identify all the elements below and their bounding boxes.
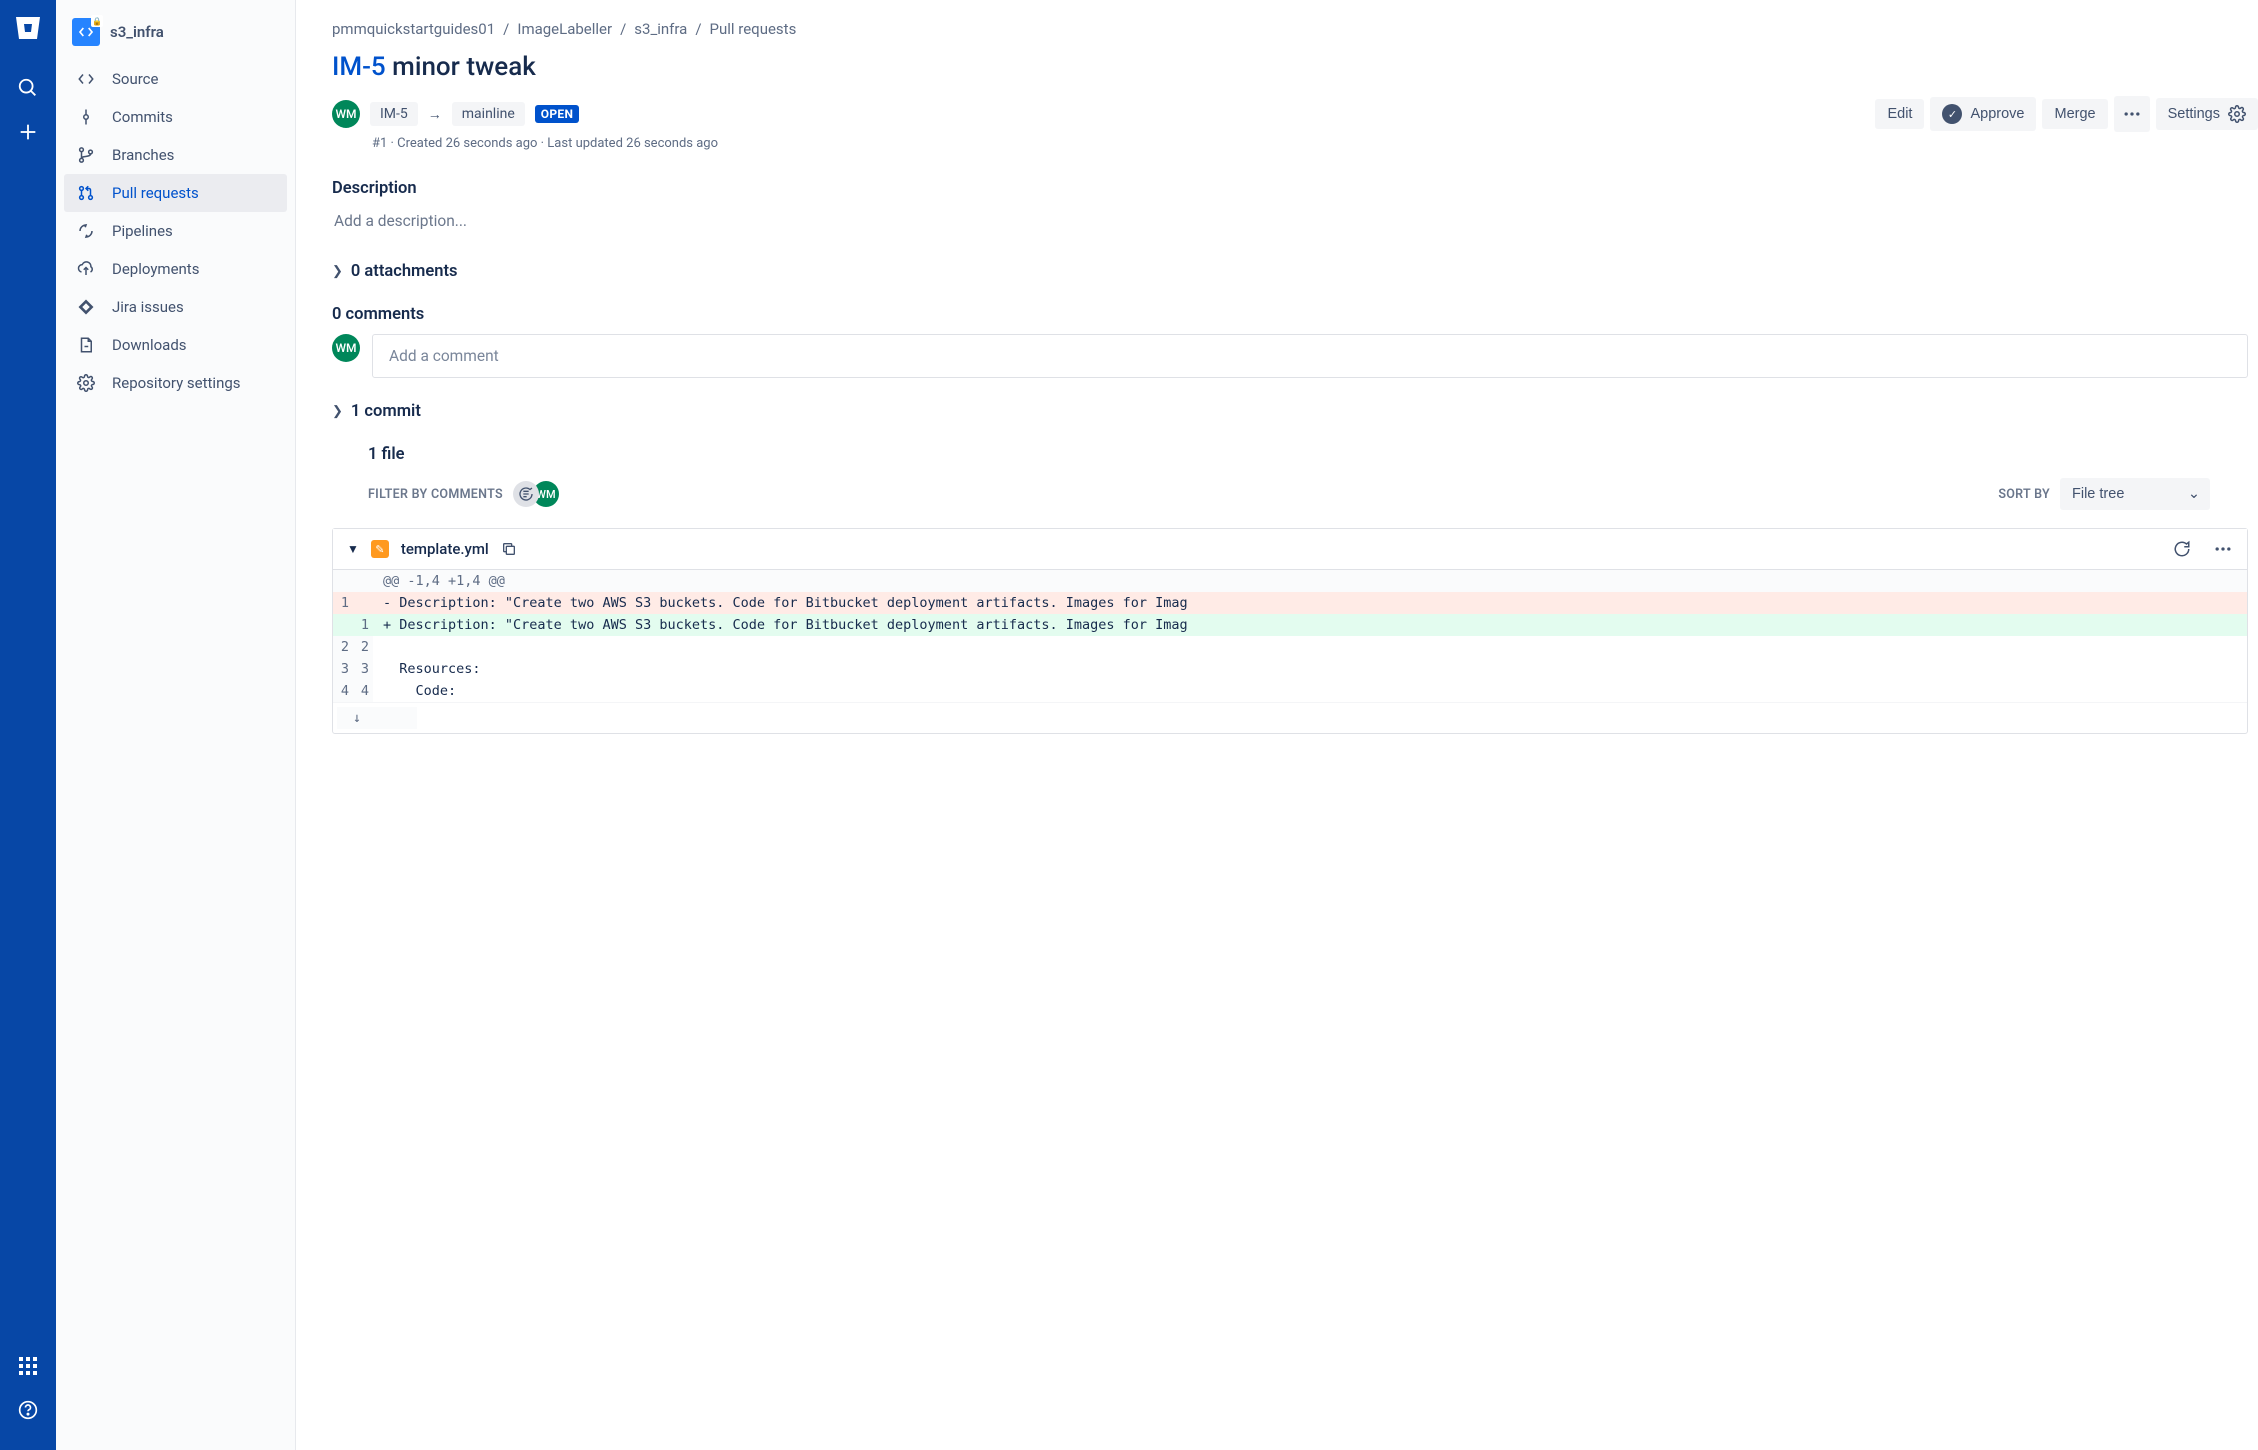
pr-issue-link[interactable]: IM-5 [332, 52, 386, 82]
apps-button[interactable] [12, 1350, 44, 1382]
create-button[interactable] [12, 116, 44, 148]
refresh-icon[interactable] [2173, 540, 2191, 558]
sidebar-item-repo-settings[interactable]: Repository settings [64, 364, 287, 402]
more-actions-button[interactable] [2114, 96, 2150, 132]
merge-button[interactable]: Merge [2042, 99, 2107, 129]
author-avatar[interactable]: WM [332, 100, 360, 128]
description-heading: Description [332, 179, 2258, 198]
sidebar-item-label: Source [112, 70, 158, 88]
diff-line[interactable]: 1+ Description: "Create two AWS S3 bucke… [333, 614, 2247, 636]
breadcrumb-separator: / [503, 20, 509, 38]
expand-context-button[interactable]: ↓ [333, 702, 2247, 733]
chevron-right-icon: ❯ [332, 404, 343, 419]
sidebar-item-label: Commits [112, 108, 173, 126]
breadcrumb-project[interactable]: ImageLabeller [517, 20, 612, 38]
edit-button[interactable]: Edit [1875, 99, 1924, 129]
downloads-icon [74, 336, 98, 354]
breadcrumb-workspace[interactable]: pmmquickstartguides01 [332, 20, 495, 38]
approve-button[interactable]: ✓ Approve [1930, 97, 2036, 131]
lock-icon: 🔒 [91, 15, 103, 27]
sidebar-item-pull-requests[interactable]: Pull requests [64, 174, 287, 212]
sidebar-item-jira-issues[interactable]: Jira issues [64, 288, 287, 326]
project-header[interactable]: 🔒 s3_infra [64, 18, 287, 60]
sidebar-item-label: Pull requests [112, 184, 199, 202]
comment-avatar: WM [332, 334, 360, 362]
filter-all-comments[interactable] [513, 481, 539, 507]
help-button[interactable] [12, 1394, 44, 1426]
diff-view: @@ -1,4 +1,4 @@ 1- Description: "Create … [333, 570, 2247, 733]
breadcrumb-section[interactable]: Pull requests [710, 20, 797, 38]
source-icon [74, 70, 98, 88]
deployments-icon [74, 260, 98, 278]
sort-value: File tree [2072, 486, 2124, 502]
sidebar-item-label: Deployments [112, 260, 199, 278]
commits-toggle[interactable]: ❯ 1 commit [332, 402, 2258, 421]
settings-button[interactable]: Settings [2156, 98, 2258, 130]
arrow-right-icon: → [428, 106, 442, 123]
pipelines-icon [74, 222, 98, 240]
file-modified-icon: ✎ [371, 540, 389, 558]
commits-icon [74, 108, 98, 126]
project-icon: 🔒 [72, 18, 100, 46]
jira-icon [74, 298, 98, 316]
diff-line[interactable]: 33 Resources: [333, 658, 2247, 680]
search-button[interactable] [12, 72, 44, 104]
files-heading: 1 file [368, 445, 2258, 464]
main-content: pmmquickstartguides01 / ImageLabeller / … [296, 0, 2258, 1450]
sidebar: 🔒 s3_infra Source Commits Branches Pull … [56, 0, 296, 1450]
pr-meta: #1 · Created 26 seconds ago · Last updat… [372, 136, 2258, 151]
breadcrumb-repo[interactable]: s3_infra [634, 20, 687, 38]
comment-input[interactable]: Add a comment [372, 334, 2248, 378]
pr-title: IM-5 minor tweak [332, 52, 2258, 82]
diff-line[interactable]: 44 Code: [333, 680, 2247, 702]
pull-requests-icon [74, 184, 98, 202]
sidebar-item-label: Jira issues [112, 298, 184, 316]
settings-label: Settings [2168, 106, 2220, 122]
sidebar-item-label: Repository settings [112, 374, 241, 392]
description-placeholder[interactable]: Add a description... [332, 208, 2258, 234]
target-branch[interactable]: mainline [452, 102, 525, 126]
sort-select[interactable]: File tree ⌄ [2060, 478, 2210, 510]
sort-by-label: SORT BY [1998, 487, 2050, 502]
file-more-icon[interactable] [2213, 539, 2233, 559]
diff-hunk: @@ -1,4 +1,4 @@ [373, 570, 2247, 592]
global-nav [0, 0, 56, 1450]
filter-by-comments-label: FILTER BY COMMENTS [368, 487, 503, 502]
chevron-down-icon[interactable]: ▼ [347, 542, 359, 556]
attachments-toggle[interactable]: ❯ 0 attachments [332, 262, 2258, 281]
sidebar-item-deployments[interactable]: Deployments [64, 250, 287, 288]
comments-heading: 0 comments [332, 305, 2258, 324]
sidebar-item-downloads[interactable]: Downloads [64, 326, 287, 364]
attachments-heading: 0 attachments [351, 262, 458, 281]
approve-label: Approve [1970, 106, 2024, 122]
commits-heading: 1 commit [351, 402, 421, 421]
sidebar-item-label: Pipelines [112, 222, 173, 240]
copy-icon[interactable] [501, 541, 517, 557]
expand-down-icon: ↓ [337, 707, 377, 729]
sidebar-item-branches[interactable]: Branches [64, 136, 287, 174]
sidebar-item-pipelines[interactable]: Pipelines [64, 212, 287, 250]
pr-title-text: minor tweak [386, 52, 536, 82]
file-diff-card: ▼ ✎ template.yml @@ -1,4 +1,4 @@ 1- Desc… [332, 528, 2248, 734]
diff-line[interactable]: 1- Description: "Create two AWS S3 bucke… [333, 592, 2247, 614]
sidebar-item-source[interactable]: Source [64, 60, 287, 98]
diff-line[interactable]: 22 [333, 636, 2247, 658]
source-branch[interactable]: IM-5 [370, 102, 418, 126]
breadcrumb-separator: / [620, 20, 626, 38]
project-name: s3_infra [110, 23, 164, 41]
check-icon: ✓ [1942, 104, 1962, 124]
branches-icon [74, 146, 98, 164]
pr-state-badge: OPEN [535, 105, 579, 123]
file-name[interactable]: template.yml [401, 540, 489, 558]
sidebar-item-label: Branches [112, 146, 174, 164]
breadcrumb-separator: / [695, 20, 701, 38]
chevron-right-icon: ❯ [332, 264, 343, 279]
bitbucket-logo-icon[interactable] [12, 12, 44, 44]
chevron-down-icon: ⌄ [2188, 486, 2200, 502]
sidebar-item-commits[interactable]: Commits [64, 98, 287, 136]
gear-icon [74, 374, 98, 392]
breadcrumbs: pmmquickstartguides01 / ImageLabeller / … [332, 20, 2258, 38]
sidebar-item-label: Downloads [112, 336, 187, 354]
